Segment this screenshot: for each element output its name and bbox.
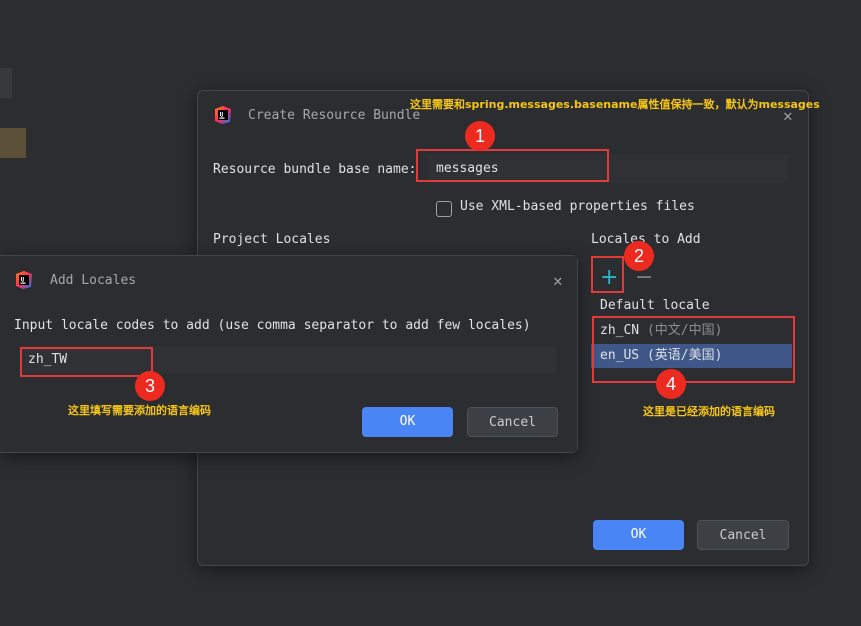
title-bar: IJ Add Locales ✕ <box>0 256 577 307</box>
close-icon[interactable]: ✕ <box>553 271 563 290</box>
annotation-note-list: 这里是已经添加的语言编码 <box>643 405 775 418</box>
list-item[interactable]: Default locale <box>591 294 802 318</box>
ok-button[interactable]: OK <box>593 520 684 550</box>
locale-code: Default locale <box>600 298 710 313</box>
highlight-box-input <box>20 347 153 377</box>
checkbox-icon[interactable] <box>436 201 452 217</box>
intellij-logo-icon: IJ <box>16 271 32 289</box>
annotation-note-input: 这里填写需要添加的语言编码 <box>68 404 211 417</box>
annotation-note-top: 这里需要和spring.messages.basename属性值保持一致，默认为… <box>410 98 820 111</box>
background-highlight <box>0 128 26 158</box>
svg-text:IJ: IJ <box>21 277 25 283</box>
annotation-badge: 1 <box>465 121 495 151</box>
annotation-badge: 2 <box>624 241 654 271</box>
base-name-label: Resource bundle base name: <box>213 162 417 177</box>
dialog-title: Create Resource Bundle <box>248 108 421 123</box>
annotation-badge: 4 <box>656 369 686 399</box>
svg-text:IJ: IJ <box>220 112 224 118</box>
xml-checkbox-label: Use XML-based properties files <box>460 199 695 214</box>
intellij-logo-icon: IJ <box>215 106 231 124</box>
dialog-title: Add Locales <box>50 273 137 288</box>
project-locales-label: Project Locales <box>213 232 331 247</box>
cancel-button[interactable]: Cancel <box>467 407 558 437</box>
highlight-box-basename <box>416 149 609 182</box>
highlight-box-add <box>591 256 624 293</box>
locale-prompt-label: Input locale codes to add (use comma sep… <box>14 318 531 333</box>
background-panel <box>0 68 12 98</box>
ok-button[interactable]: OK <box>362 407 453 437</box>
annotation-badge: 3 <box>135 371 165 401</box>
cancel-button[interactable]: Cancel <box>697 520 789 550</box>
highlight-box-locales <box>592 316 795 383</box>
